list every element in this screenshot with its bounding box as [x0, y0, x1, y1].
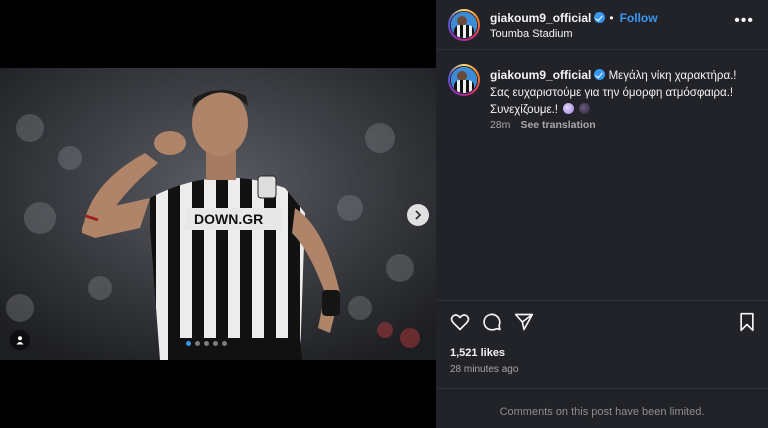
avatar-image — [450, 11, 478, 39]
save-button[interactable] — [738, 312, 756, 337]
caption-line-2: Σας ευχαριστούμε για την όμορφη ατμόσφαι… — [490, 87, 734, 99]
verified-badge-icon — [594, 12, 606, 23]
separator: • — [609, 11, 614, 25]
carousel-dot — [213, 341, 218, 346]
avatar-image — [450, 66, 478, 94]
avatar-body — [454, 80, 474, 93]
comments-limited-notice: Comments on this post have been limited. — [436, 388, 768, 428]
follow-button[interactable]: Follow — [620, 11, 658, 25]
comment-button[interactable] — [482, 312, 502, 337]
more-options-icon[interactable]: ••• — [734, 13, 754, 29]
likes-count[interactable]: 1,521 likes — [450, 347, 505, 359]
jersey-sponsor-text: DOWN.GR — [194, 211, 264, 227]
heart-icon — [450, 314, 470, 331]
avatar[interactable] — [448, 9, 480, 41]
post-media: DOWN.GR — [0, 0, 436, 428]
caption-avatar[interactable] — [448, 64, 480, 96]
emoji-icon — [563, 103, 575, 114]
post-caption: giakoum9_official Μεγάλη νίκη χαρακτήρα.… — [490, 67, 760, 119]
post-details-panel: giakoum9_official • Follow Toumba Stadium … — [436, 0, 768, 428]
carousel-dots — [186, 341, 227, 346]
post-header: giakoum9_official • Follow Toumba Stadium … — [436, 0, 768, 50]
carousel-dot — [222, 341, 227, 346]
chevron-right-icon — [415, 210, 422, 220]
caption-line-3: Συνεχίζουμε.! — [490, 104, 558, 116]
avatar-body — [454, 25, 474, 38]
comment-icon — [483, 313, 501, 331]
share-icon — [514, 313, 534, 331]
user-tag-icon — [16, 336, 24, 345]
carousel-dot — [204, 341, 209, 346]
like-button[interactable] — [450, 312, 470, 337]
emoji-icon — [579, 103, 591, 114]
verified-badge-icon — [594, 69, 606, 80]
bookmark-icon — [740, 312, 754, 332]
action-bar — [436, 300, 768, 340]
carousel-dot — [195, 341, 200, 346]
post-location[interactable]: Toumba Stadium — [490, 28, 573, 40]
user-tags-button[interactable] — [10, 330, 30, 350]
author-username[interactable]: giakoum9_official — [490, 11, 591, 25]
caption-meta: 28m See translation — [490, 119, 596, 131]
see-translation-link[interactable]: See translation — [520, 119, 595, 131]
carousel-dot — [186, 341, 191, 346]
post-photo[interactable]: DOWN.GR — [0, 68, 436, 360]
share-button[interactable] — [514, 312, 534, 337]
header-user-line: giakoum9_official • Follow — [490, 11, 658, 25]
next-slide-button[interactable] — [407, 204, 429, 226]
caption-username[interactable]: giakoum9_official — [490, 68, 591, 82]
post-timestamp[interactable]: 28 minutes ago — [450, 364, 518, 375]
caption-line-1: Μεγάλη νίκη χαρακτήρα.! — [608, 70, 737, 82]
caption-time: 28m — [490, 119, 511, 131]
